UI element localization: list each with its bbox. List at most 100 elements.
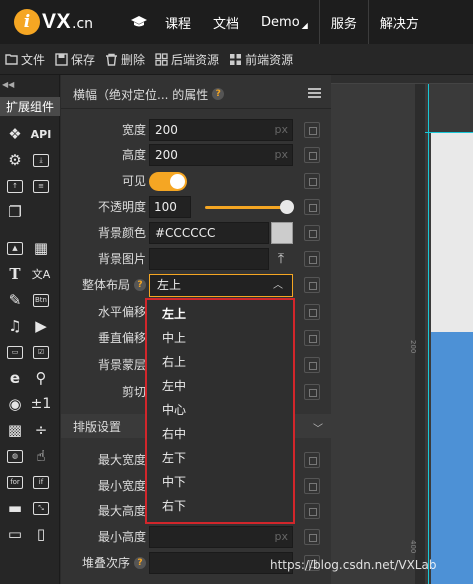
pointer-icon[interactable]: ☝ [30,445,52,467]
form-icon[interactable]: ▭ [4,341,26,363]
text-icon[interactable]: T [4,263,26,285]
upload-icon[interactable]: ⤒ [274,251,288,267]
bind-icon[interactable] [304,384,320,400]
browser-icon[interactable]: e [4,367,26,389]
cube-icon[interactable]: ❖ [4,123,26,145]
extension-components-tab[interactable]: 扩展组件 [0,97,60,116]
logo-text: VX [42,10,72,33]
upload-file-icon[interactable]: ↑ [4,175,26,197]
help-icon[interactable]: ? [212,88,225,100]
grid-layout-icon[interactable]: ▦ [30,237,52,259]
slider-vertical-icon[interactable]: ▯ [30,523,52,545]
bind-icon[interactable] [304,199,320,215]
bind-icon[interactable] [304,478,320,494]
bind-icon[interactable] [304,251,320,267]
copy-icon[interactable]: ❐ [4,201,26,223]
checklist-icon[interactable]: ☑ [30,341,52,363]
width-unit: px [274,123,289,136]
image-icon[interactable]: ▲ [4,237,26,259]
bind-icon[interactable] [304,304,320,320]
help-icon[interactable]: ? [134,557,146,569]
help-icon[interactable]: ? [134,279,146,291]
dropdown-option[interactable]: 左上 [149,302,291,326]
vertical-ruler [415,84,425,584]
nav-services[interactable]: 服务 [320,0,368,44]
resize-icon[interactable]: ⤡ [30,497,52,519]
height-value: 200 [155,148,178,162]
dropdown-option[interactable]: 左中 [149,374,291,398]
folder-icon[interactable]: ▬ [4,497,26,519]
backend-resources-button[interactable]: 后端资源 [155,51,219,68]
height-row: 高度 200 px [61,144,331,166]
color-swatch[interactable] [271,222,293,244]
width-row: 宽度 200 px [61,119,331,141]
height-input[interactable]: 200 px [149,144,293,166]
stage-area[interactable] [431,132,473,332]
logo-suffix: .cn [72,16,94,32]
bind-icon[interactable] [304,122,320,138]
translate-icon[interactable]: 文A [30,263,52,285]
dropdown-option[interactable]: 中上 [149,326,291,350]
number-icon[interactable]: ±1 [30,393,52,415]
keyboard-icon[interactable]: ▭ [4,523,26,545]
window-icon[interactable]: ≡ [30,175,52,197]
bind-icon[interactable] [304,357,320,373]
if-icon[interactable]: if [30,471,52,493]
dropdown-option[interactable]: 中心 [149,398,291,422]
delete-button[interactable]: 删除 [105,51,145,68]
music-icon[interactable]: ♫ [4,315,26,337]
graduation-cap-icon[interactable] [124,0,154,44]
nav-demo[interactable]: Demo ◢ [250,0,319,44]
dropdown-option[interactable]: 左下 [149,446,291,470]
edit-icon[interactable]: ✎ [4,289,26,311]
video-icon[interactable]: ▶ [30,315,52,337]
menu-icon[interactable] [308,88,321,98]
map-pin-icon[interactable]: ⚲ [30,367,52,389]
api-icon[interactable]: API [30,123,52,145]
horizontal-ruler [331,75,473,84]
icon-font-icon[interactable]: ◉ [4,393,26,415]
bind-icon[interactable] [304,147,320,163]
visible-toggle[interactable] [149,172,187,191]
opacity-slider-track[interactable] [205,206,289,209]
bgcolor-input[interactable]: #CCCCCC [149,222,269,244]
nav-courses[interactable]: 课程 [154,0,202,44]
bind-icon[interactable] [304,277,320,293]
design-canvas[interactable]: 200 400 [331,75,473,584]
layout-select[interactable]: 左上 ︿ [149,274,293,297]
for-loop-icon[interactable]: for [4,471,26,493]
nav-solutions[interactable]: 解决方 [369,0,430,44]
dropdown-option[interactable]: 右中 [149,422,291,446]
collapse-arrows-icon[interactable]: ◀◀ [2,80,14,89]
download-icon[interactable]: ⤓ [30,149,52,171]
save-button[interactable]: 保存 [55,51,95,68]
width-input[interactable]: 200 px [149,119,293,141]
minheight-input[interactable]: px [149,526,293,548]
dropdown-option[interactable]: 右下 [149,494,291,518]
divide-icon[interactable]: ÷ [30,419,52,441]
opacity-input[interactable]: 100 % [149,196,191,234]
frontend-resources-button[interactable]: 前端资源 [229,51,293,68]
live-icon[interactable]: ◍ [4,445,26,467]
dropdown-option[interactable]: 右上 [149,350,291,374]
save-icon [55,52,68,66]
bind-icon[interactable] [304,225,320,241]
minheight-row: 最小高度 px [61,526,331,548]
minheight-unit: px [274,530,289,543]
gear-icon[interactable]: ⚙ [4,149,26,171]
banner-element[interactable] [431,332,473,584]
opacity-slider-thumb[interactable] [280,200,294,214]
width-label: 宽度 [121,123,146,137]
bind-icon[interactable] [304,330,320,346]
button-icon[interactable]: Btn [30,289,52,311]
file-button[interactable]: 文件 [5,51,45,68]
nav-docs[interactable]: 文档 [202,0,250,44]
qrcode-icon[interactable]: ▩ [4,419,26,441]
bind-icon[interactable] [304,452,320,468]
bind-icon[interactable] [304,529,320,545]
dropdown-option[interactable]: 中下 [149,470,291,494]
bind-icon[interactable] [304,503,320,519]
bind-icon[interactable] [304,173,320,189]
logo[interactable]: i VX .cn [14,9,124,35]
bgimage-input[interactable] [149,248,269,270]
